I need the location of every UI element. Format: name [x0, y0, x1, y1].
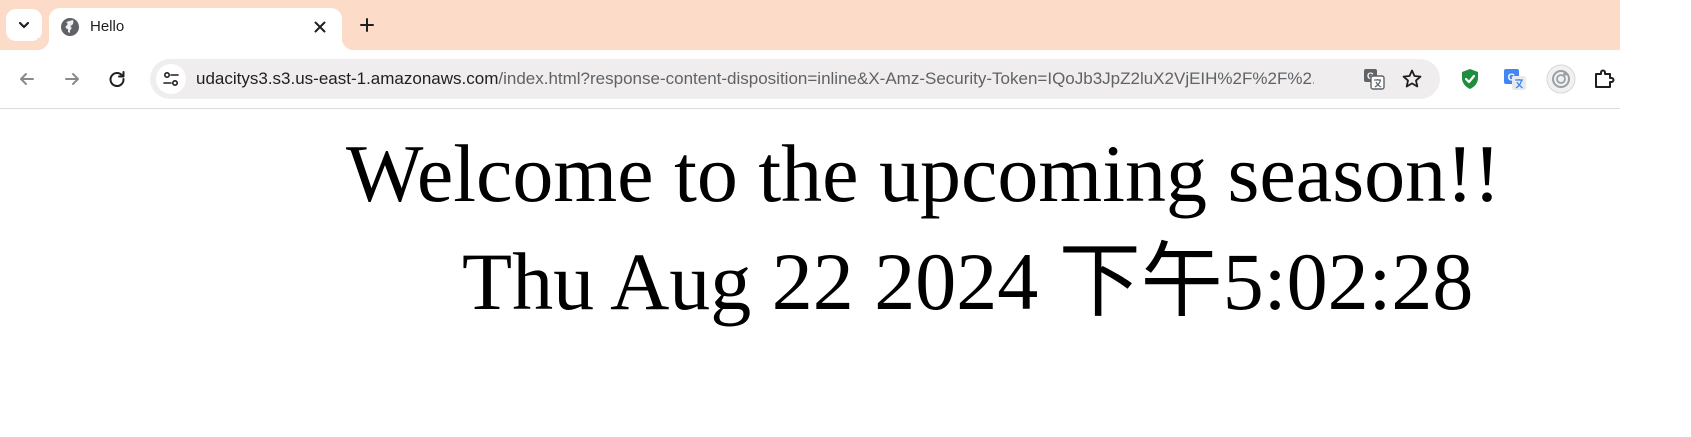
- reload-button[interactable]: [102, 64, 132, 94]
- tab-active[interactable]: Hello: [37, 8, 354, 50]
- plus-icon: [360, 18, 374, 32]
- extension-camera-button[interactable]: [1546, 64, 1576, 94]
- close-icon: [314, 21, 326, 33]
- extension-translate-button[interactable]: G: [1500, 64, 1530, 94]
- extension-shield-button[interactable]: [1455, 64, 1485, 94]
- address-bar[interactable]: udacitys3.s3.us-east-1.amazonaws.com/ind…: [150, 59, 1440, 99]
- translate-button[interactable]: G: [1360, 65, 1388, 93]
- tab-strip: Hello: [0, 0, 1620, 50]
- tab-search-button[interactable]: [6, 9, 42, 41]
- site-info-icon: [163, 71, 179, 87]
- site-info-button[interactable]: [156, 64, 186, 94]
- window-edge-blank: [1620, 0, 1691, 437]
- bookmark-button[interactable]: [1398, 65, 1426, 93]
- chevron-down-icon: [18, 21, 30, 29]
- shield-check-icon: [1462, 69, 1478, 89]
- extensions-menu-button[interactable]: [1592, 64, 1620, 94]
- tab-close-button[interactable]: [309, 16, 331, 38]
- browser-toolbar: udacitys3.s3.us-east-1.amazonaws.com/ind…: [0, 50, 1620, 109]
- url-text[interactable]: udacitys3.s3.us-east-1.amazonaws.com/ind…: [196, 69, 1314, 89]
- globe-icon: [61, 18, 79, 36]
- url-host: udacitys3.s3.us-east-1.amazonaws.com: [196, 69, 499, 88]
- back-icon: [20, 73, 34, 85]
- page-datetime: Thu Aug 22 2024 下午5:02:28: [462, 236, 1474, 327]
- url-path: /index.html?response-content-disposition…: [498, 69, 1314, 88]
- page-content: Welcome to the upcoming season!! Thu Aug…: [0, 109, 1620, 437]
- camera-extension-icon: [1546, 64, 1576, 94]
- translate-icon: G: [1364, 69, 1385, 90]
- puzzle-icon: [1595, 69, 1615, 88]
- back-button[interactable]: [12, 64, 42, 94]
- forward-button[interactable]: [57, 64, 87, 94]
- forward-icon: [65, 73, 79, 85]
- page-headline: Welcome to the upcoming season!!: [346, 128, 1501, 219]
- new-tab-button[interactable]: [352, 10, 382, 40]
- bookmark-star-icon: [1402, 69, 1422, 88]
- reload-icon: [109, 71, 125, 87]
- google-translate-icon: G: [1504, 69, 1526, 90]
- tab-title: Hello: [90, 18, 125, 35]
